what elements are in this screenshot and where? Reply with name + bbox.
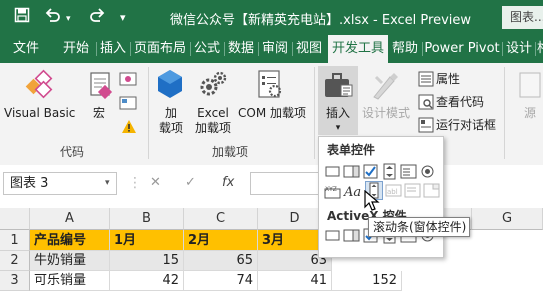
undo-dropdown-icon[interactable]: ▾ [66,9,71,29]
form-label-icon[interactable]: Aa [343,182,363,200]
tab-page-layout[interactable]: 页面布局 [132,35,188,63]
excel-addins-gear-icon[interactable] [199,71,227,102]
select-all-corner[interactable] [0,208,30,230]
activex-button-icon[interactable] [324,227,341,244]
form-option-button-icon[interactable] [419,163,436,180]
tab-power-pivot[interactable]: Power Pivot [424,35,500,63]
tab-insert[interactable]: 插入 [98,35,128,63]
addins-group-label: 加载项 [212,145,249,159]
macro-security-icon[interactable] [121,119,137,137]
window-title: 微信公众号【新精英充电站】.xlsx - Excel Preview [170,13,472,28]
customize-qat-icon[interactable]: ▾ [120,8,126,28]
formula-bar: 图表 3 ▾ ⋮ ✕ ✓ fx [0,165,543,203]
search-box[interactable]: 图表... [502,6,543,29]
view-code-icon[interactable] [418,94,434,113]
form-combo-list-icon[interactable] [404,182,421,199]
form-controls-title: 表单控件 [327,143,376,157]
svg-text:Aa: Aa [343,185,361,199]
table-cell[interactable]: 2月 [184,230,258,251]
run-dialog-icon[interactable] [418,117,434,136]
form-spin-button-icon[interactable] [381,163,398,180]
cancel-icon[interactable]: ✕ [150,175,161,190]
addins-label-1[interactable]: 加 [158,106,184,121]
row-header[interactable]: 3 [0,271,30,291]
form-list-box-icon[interactable] [400,163,417,180]
formula-input[interactable] [250,172,326,195]
form-combo-dropdown-icon[interactable] [423,182,440,199]
properties-icon[interactable] [418,71,434,90]
save-icon[interactable] [14,7,30,28]
source-icon[interactable] [518,71,542,102]
view-code-button[interactable]: 查看代码 [436,95,484,110]
form-checkbox-icon[interactable] [362,163,379,180]
tab-data[interactable]: 数据 [226,35,256,63]
visual-basic-button[interactable]: Visual Basic [4,106,75,121]
table-cell[interactable]: 65 [184,251,258,271]
form-group-box-icon[interactable]: XYZ [324,182,341,199]
toolbox-icon [323,71,353,102]
insert-label: 插入 [325,106,350,120]
addins-label-2[interactable]: 载项 [152,121,190,136]
table-cell[interactable]: 牛奶销量 [30,251,110,271]
excel-addins-label-1[interactable]: Excel [192,106,234,121]
com-addins-button[interactable]: COM 加载项 [236,106,308,121]
activex-combo-box-icon[interactable] [343,227,360,244]
tab-developer[interactable]: 开发工具 [328,35,388,64]
macro-icon[interactable] [88,71,114,102]
table-cell[interactable]: 74 [184,271,258,291]
tab-home[interactable]: 开始 [58,35,94,63]
macro-button[interactable]: 宏 [86,106,112,121]
table-cell[interactable]: 1月 [110,230,184,251]
run-dialog-button[interactable]: 运行对话框 [436,118,496,133]
tab-formulas[interactable]: 公式 [192,35,222,63]
enter-icon[interactable]: ✓ [185,175,196,190]
form-text-field-icon[interactable]: abl [385,182,402,199]
formula-bar-grip-icon: ⋮ [128,175,142,191]
svg-text:abl: abl [387,188,398,196]
code-group-label: 代码 [60,145,85,159]
form-button-icon[interactable] [324,163,341,180]
insert-controls-dropdown: 表单控件 XYZ Aa abl ActiveX 控件 [318,136,444,258]
insert-dropdown-icon: ▾ [335,123,341,133]
source-button[interactable]: 源 [520,106,540,121]
mouse-cursor-icon [364,189,380,215]
column-header[interactable]: A [30,208,110,230]
tab-design[interactable]: 设计 [504,35,534,63]
record-macro-icon[interactable] [119,71,137,90]
ribbon-panel: Visual Basic 宏 代码 加 载项 Excel 加载项 COM 加载项… [0,63,543,166]
ribbon-tabs: 文件 开始 插入 页面布局 公式 数据 审阅 视图 开发工具 帮助 Power … [0,35,543,64]
table-cell[interactable]: 152 [332,271,402,291]
name-box-dropdown-icon[interactable]: ▾ [105,178,110,188]
tab-format[interactable]: 格 [537,35,543,63]
form-combo-box-icon[interactable] [343,163,360,180]
addins-icon[interactable] [156,69,184,102]
tab-view[interactable]: 视图 [294,35,324,63]
table-cell[interactable]: 41 [258,271,332,291]
table-cell[interactable]: 42 [110,271,184,291]
column-header[interactable]: B [110,208,184,230]
title-bar: ▾ ▾ 微信公众号【新精英充电站】.xlsx - Excel Preview 图… [0,0,543,35]
com-addins-icon[interactable] [256,69,284,102]
column-header[interactable]: C [184,208,258,230]
excel-addins-label-2[interactable]: 加载项 [192,121,234,136]
tab-help[interactable]: 帮助 [390,35,420,63]
tab-file[interactable]: 文件 [6,35,46,63]
insert-function-icon[interactable]: fx [222,175,234,190]
design-mode-button[interactable]: 设计模式 [360,106,412,121]
name-box[interactable]: 图表 3 [3,172,117,195]
table-cell[interactable]: 产品编号 [30,230,110,251]
properties-button[interactable]: 属性 [436,72,460,87]
column-header[interactable]: G [472,208,543,230]
table-cell[interactable]: 可乐销量 [30,271,110,291]
visual-basic-icon[interactable] [24,69,54,102]
relative-reference-icon[interactable] [119,95,137,114]
redo-icon[interactable] [88,7,106,28]
undo-icon[interactable] [44,7,62,28]
design-mode-icon[interactable] [370,71,400,104]
row-header[interactable]: 1 [0,230,30,251]
tab-review[interactable]: 审阅 [260,35,290,63]
row-header[interactable]: 2 [0,251,30,271]
scroll-bar-tooltip: 滚动条(窗体控件) [368,217,470,237]
table-cell[interactable]: 15 [110,251,184,271]
